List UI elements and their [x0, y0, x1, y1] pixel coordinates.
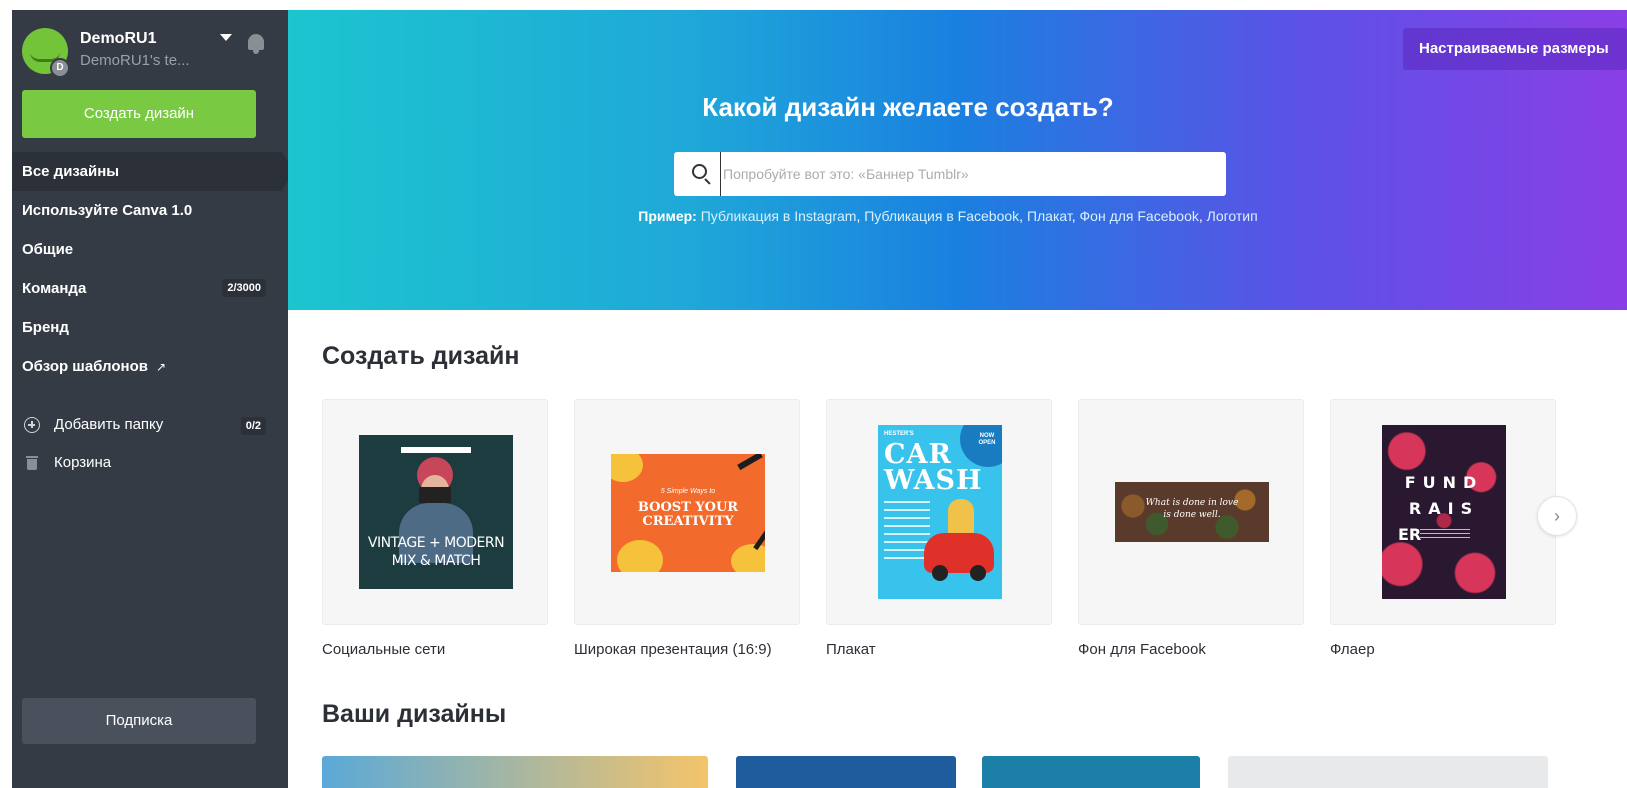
design-card-poster[interactable]: NOW OPEN HESTER'S CAR WASH Плакат [826, 399, 1052, 658]
example-link-logo[interactable]: Логотип [1207, 208, 1258, 224]
thumb-text: BOOST YOUR [637, 500, 739, 515]
thumb-text: VINTAGE + MODERN [367, 535, 505, 551]
design-card-label: Широкая презентация (16:9) [574, 641, 772, 658]
plus-circle-icon [24, 417, 40, 433]
bell-icon[interactable] [246, 32, 266, 56]
team-count-badge: 2/3000 [222, 279, 266, 297]
design-card-label: Социальные сети [322, 641, 446, 658]
folder-list: Добавить папку 0/2 Корзина [12, 406, 288, 482]
sidebar-nav: Все дизайны Используйте Canva 1.0 Общие … [12, 152, 294, 386]
design-type-carousel: VINTAGE + MODERN MIX & MATCH Социальные … [322, 399, 1627, 669]
sidebar-item-label: Используйте Canva 1.0 [22, 202, 193, 219]
sidebar-item-team[interactable]: Команда 2/3000 [12, 269, 288, 308]
sidebar-item-label: Обзор шаблонов [22, 358, 148, 375]
design-thumbnail[interactable] [1228, 756, 1548, 788]
search-icon [692, 164, 712, 185]
thumb-text: What is done in love [1145, 498, 1239, 508]
your-designs-heading: Ваши дизайны [322, 700, 507, 728]
thumb-text: CREATIVITY [642, 514, 734, 529]
design-thumbnail[interactable] [982, 756, 1200, 788]
search-examples: Пример: Публикация в Instagram, Публикац… [638, 208, 1258, 224]
example-link-poster[interactable]: Плакат [1027, 208, 1072, 224]
examples-label: Пример: [638, 208, 697, 224]
design-thumbnail[interactable] [736, 756, 956, 788]
create-design-button[interactable]: Создать дизайн [22, 90, 256, 138]
design-card-thumbnail[interactable]: NOW OPEN HESTER'S CAR WASH [826, 399, 1052, 625]
thumb-text: MIX & MATCH [391, 553, 481, 569]
search-input[interactable] [720, 152, 1210, 196]
design-card-presentation[interactable]: 5 Simple Ways to BOOST YOUR CREATIVITY Ш… [574, 399, 800, 658]
design-thumbnail[interactable] [322, 756, 708, 788]
social-thumbnail-image: VINTAGE + MODERN MIX & MATCH [359, 435, 513, 589]
example-link-facebook-post[interactable]: Публикация в Facebook [864, 208, 1019, 224]
trash-item[interactable]: Корзина [12, 444, 288, 482]
profile-switcher[interactable]: D DemoRU1 DemoRU1's te... [22, 28, 278, 84]
facebook-cover-thumbnail-image: What is done in love is done well. [1115, 482, 1269, 542]
chevron-right-icon[interactable]: › [1537, 496, 1577, 536]
team-name: DemoRU1's te... [80, 52, 190, 69]
username: DemoRU1 [80, 30, 157, 47]
sidebar-item-label: Бренд [22, 319, 69, 336]
thumb-text: ER [1398, 525, 1422, 544]
folder-count-badge: 0/2 [240, 417, 266, 435]
design-card-thumbnail[interactable]: What is done in love is done well. [1078, 399, 1304, 625]
subscribe-button[interactable]: Подписка [22, 698, 256, 744]
thumb-text: NOW OPEN [978, 433, 996, 446]
hero-banner: Настраиваемые размеры Какой дизайн желае… [288, 10, 1627, 310]
design-card-flyer[interactable]: FUND RAIS ER Флаер [1330, 399, 1556, 658]
create-design-heading: Создать дизайн [322, 342, 520, 370]
thumb-text: HESTER'S [884, 431, 914, 437]
sidebar-item-browse-templates[interactable]: Обзор шаблонов ↗ [12, 347, 288, 386]
presentation-thumbnail-image: 5 Simple Ways to BOOST YOUR CREATIVITY [611, 454, 765, 572]
design-card-thumbnail[interactable]: FUND RAIS ER [1330, 399, 1556, 625]
add-folder-button[interactable]: Добавить папку 0/2 [12, 406, 288, 444]
sidebar-item-shared[interactable]: Общие [12, 230, 288, 269]
sidebar-item-label: Все дизайны [22, 163, 120, 180]
thumb-text: 5 Simple Ways to [660, 488, 716, 495]
thumb-text: WASH [884, 465, 983, 496]
flyer-thumbnail-image: FUND RAIS ER [1382, 425, 1506, 599]
trash-icon [24, 455, 40, 471]
design-card-label: Фон для Facebook [1078, 641, 1206, 658]
thumb-text: is done well. [1163, 510, 1221, 520]
design-card-thumbnail[interactable]: VINTAGE + MODERN MIX & MATCH [322, 399, 548, 625]
sidebar-item-brand[interactable]: Бренд [12, 308, 288, 347]
sidebar-item-label: Общие [22, 241, 74, 258]
design-card-social[interactable]: VINTAGE + MODERN MIX & MATCH Социальные … [322, 399, 548, 658]
thumb-text: FUND [1404, 473, 1484, 492]
design-card-label: Плакат [826, 641, 876, 658]
design-card-label: Флаер [1330, 641, 1375, 658]
custom-sizes-button[interactable]: Настраиваемые размеры [1403, 28, 1627, 70]
external-link-icon: ↗ [155, 360, 167, 374]
canva-app-window: D DemoRU1 DemoRU1's te... Создать дизайн… [12, 10, 1627, 788]
trash-label: Корзина [54, 454, 112, 471]
design-card-thumbnail[interactable]: 5 Simple Ways to BOOST YOUR CREATIVITY [574, 399, 800, 625]
caret-down-icon[interactable] [220, 34, 232, 41]
hero-title: Какой дизайн желаете создать? [702, 92, 1114, 122]
search-box [674, 152, 1226, 196]
add-folder-label: Добавить папку [54, 416, 164, 433]
avatar-badge: D [50, 58, 70, 78]
sidebar-item-all-designs[interactable]: Все дизайны [12, 152, 294, 191]
sidebar-item-label: Команда [22, 280, 87, 297]
design-card-facebook-cover[interactable]: What is done in love is done well. Фон д… [1078, 399, 1304, 658]
sidebar-item-canva-1[interactable]: Используйте Canva 1.0 [12, 191, 288, 230]
sidebar: D DemoRU1 DemoRU1's te... Создать дизайн… [12, 10, 294, 788]
example-link-facebook-cover[interactable]: Фон для Facebook [1080, 208, 1199, 224]
poster-thumbnail-image: NOW OPEN HESTER'S CAR WASH [878, 425, 1002, 599]
thumb-text: RAIS [1408, 499, 1480, 518]
your-designs-grid [322, 756, 1627, 788]
example-link-instagram-post[interactable]: Публикация в Instagram [701, 208, 857, 224]
